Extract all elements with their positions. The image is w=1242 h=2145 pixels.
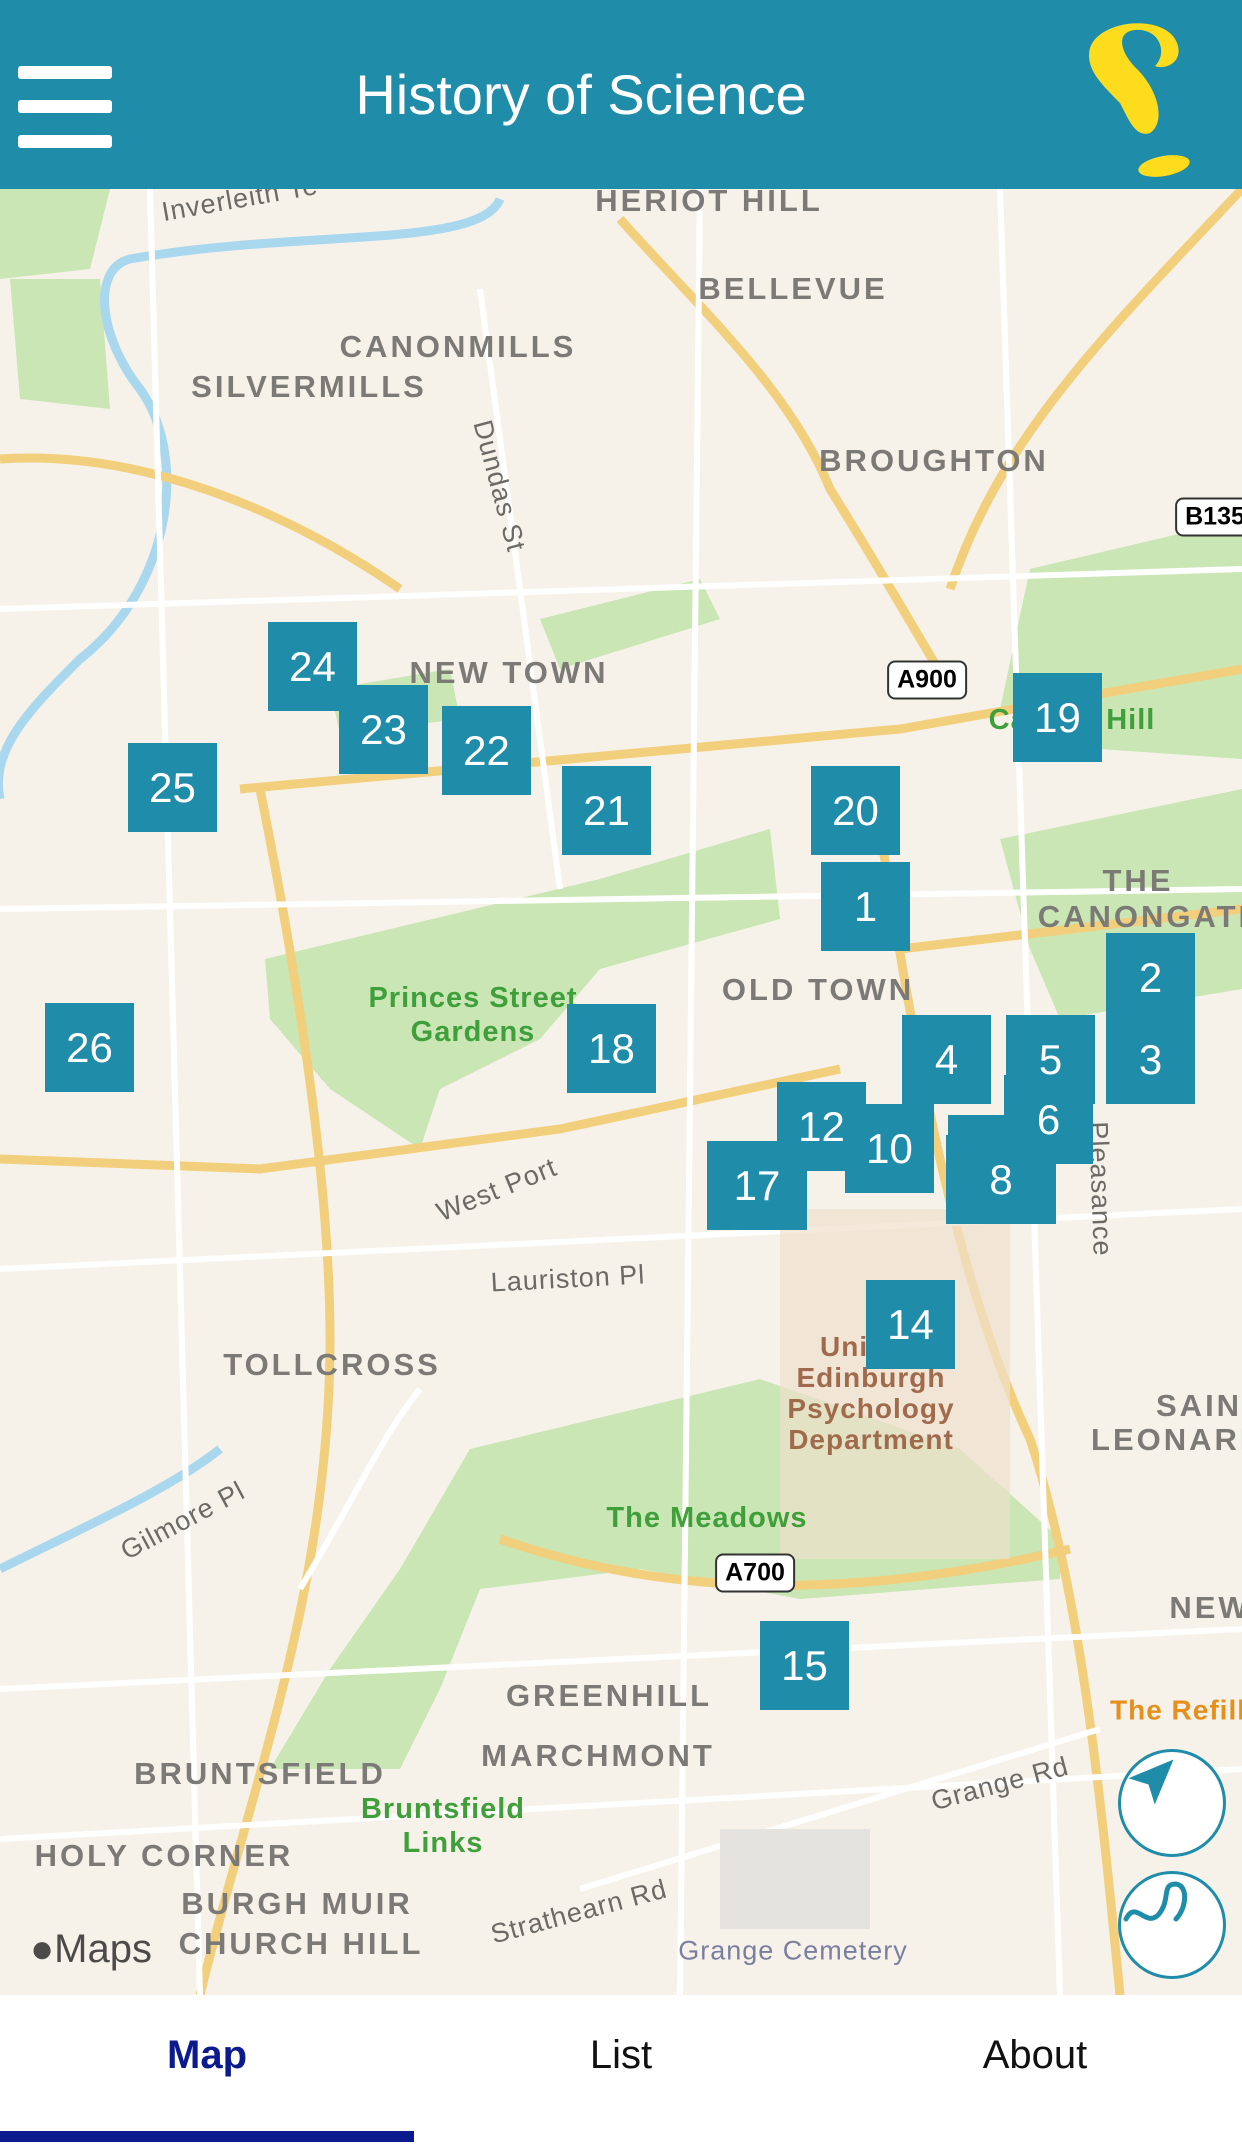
poi-label: The Refill	[1109, 1694, 1242, 1726]
site-marker[interactable]: 23	[339, 685, 428, 774]
site-marker[interactable]: 8	[946, 1135, 1056, 1224]
area-label: SILVERMILLS	[191, 369, 427, 404]
area-label: THE	[1102, 863, 1174, 898]
tab-about[interactable]: About	[828, 1995, 1242, 2115]
tab-map[interactable]: Map	[0, 1995, 414, 2115]
site-marker[interactable]: 26	[45, 1003, 134, 1092]
area-label: NEW	[1169, 1590, 1242, 1625]
area-label: HOLY CORNER	[34, 1838, 294, 1873]
site-marker[interactable]: 4	[902, 1015, 991, 1104]
site-marker[interactable]: 19	[1013, 673, 1102, 762]
site-marker[interactable]: 1	[821, 862, 910, 951]
site-marker[interactable]: 18	[567, 1004, 656, 1093]
map-view[interactable]: HERIOT HILL BELLEVUE CANONMILLS SILVERMI…	[0, 189, 1242, 1995]
area-label: LEONARDS	[1091, 1422, 1242, 1457]
area-label: BROUGHTON	[819, 443, 1049, 478]
area-label: CHURCH HILL	[178, 1926, 424, 1961]
tab-bar: Map List About	[0, 1995, 1242, 2145]
park-label: The Meadows	[606, 1502, 808, 1534]
site-marker[interactable]: 22	[442, 706, 531, 795]
area-label: NEW TOWN	[409, 655, 609, 690]
area-label: MARCHMONT	[481, 1738, 715, 1773]
area-label: SAINT	[1156, 1388, 1242, 1423]
area-label: BRUNTSFIELD	[134, 1756, 386, 1791]
active-tab-indicator	[0, 2131, 414, 2142]
area-label: CANONMILLS	[339, 329, 577, 364]
apple-maps-attribution[interactable]: ●Maps	[30, 1927, 152, 1972]
location-arrow-icon	[1128, 1759, 1174, 1805]
area-label: OLD TOWN	[721, 972, 915, 1007]
app-header: History of Science	[0, 0, 1242, 189]
site-marker[interactable]: 20	[811, 766, 900, 855]
road-badge: A900	[887, 660, 967, 700]
locate-me-button[interactable]	[1118, 1749, 1226, 1857]
site-marker[interactable]: 25	[128, 743, 217, 832]
apple-logo-icon: ●	[30, 1927, 55, 1971]
site-marker[interactable]: 14	[866, 1280, 955, 1369]
area-label: CANONGATE	[1037, 899, 1242, 934]
page-title: History of Science	[355, 63, 807, 126]
route-button[interactable]	[1118, 1871, 1226, 1979]
site-marker[interactable]: 2	[1106, 933, 1195, 1022]
tab-list[interactable]: List	[414, 1995, 828, 2115]
road-badge: B135	[1175, 497, 1242, 537]
site-marker[interactable]: 3	[1106, 1015, 1195, 1104]
area-label: BURGH MUIR	[181, 1886, 413, 1921]
area-label: GREENHILL	[505, 1678, 713, 1713]
site-marker[interactable]: 15	[760, 1621, 849, 1710]
area-label: TOLLCROSS	[223, 1347, 441, 1382]
site-marker[interactable]: 10	[845, 1104, 934, 1193]
site-marker[interactable]: 17	[707, 1141, 807, 1230]
road-badge: A700	[715, 1553, 795, 1593]
route-icon	[1123, 1881, 1188, 1922]
park-label: Bruntsfield Links	[360, 1793, 526, 1859]
park-label: Princes Street Gardens	[368, 982, 578, 1048]
site-marker[interactable]: 21	[562, 766, 651, 855]
question-mark-logo	[1089, 23, 1190, 177]
area-label: HERIOT HILL	[595, 189, 823, 218]
poi-label: Grange Cemetery	[678, 1935, 908, 1966]
area-label: BELLEVUE	[698, 271, 888, 306]
